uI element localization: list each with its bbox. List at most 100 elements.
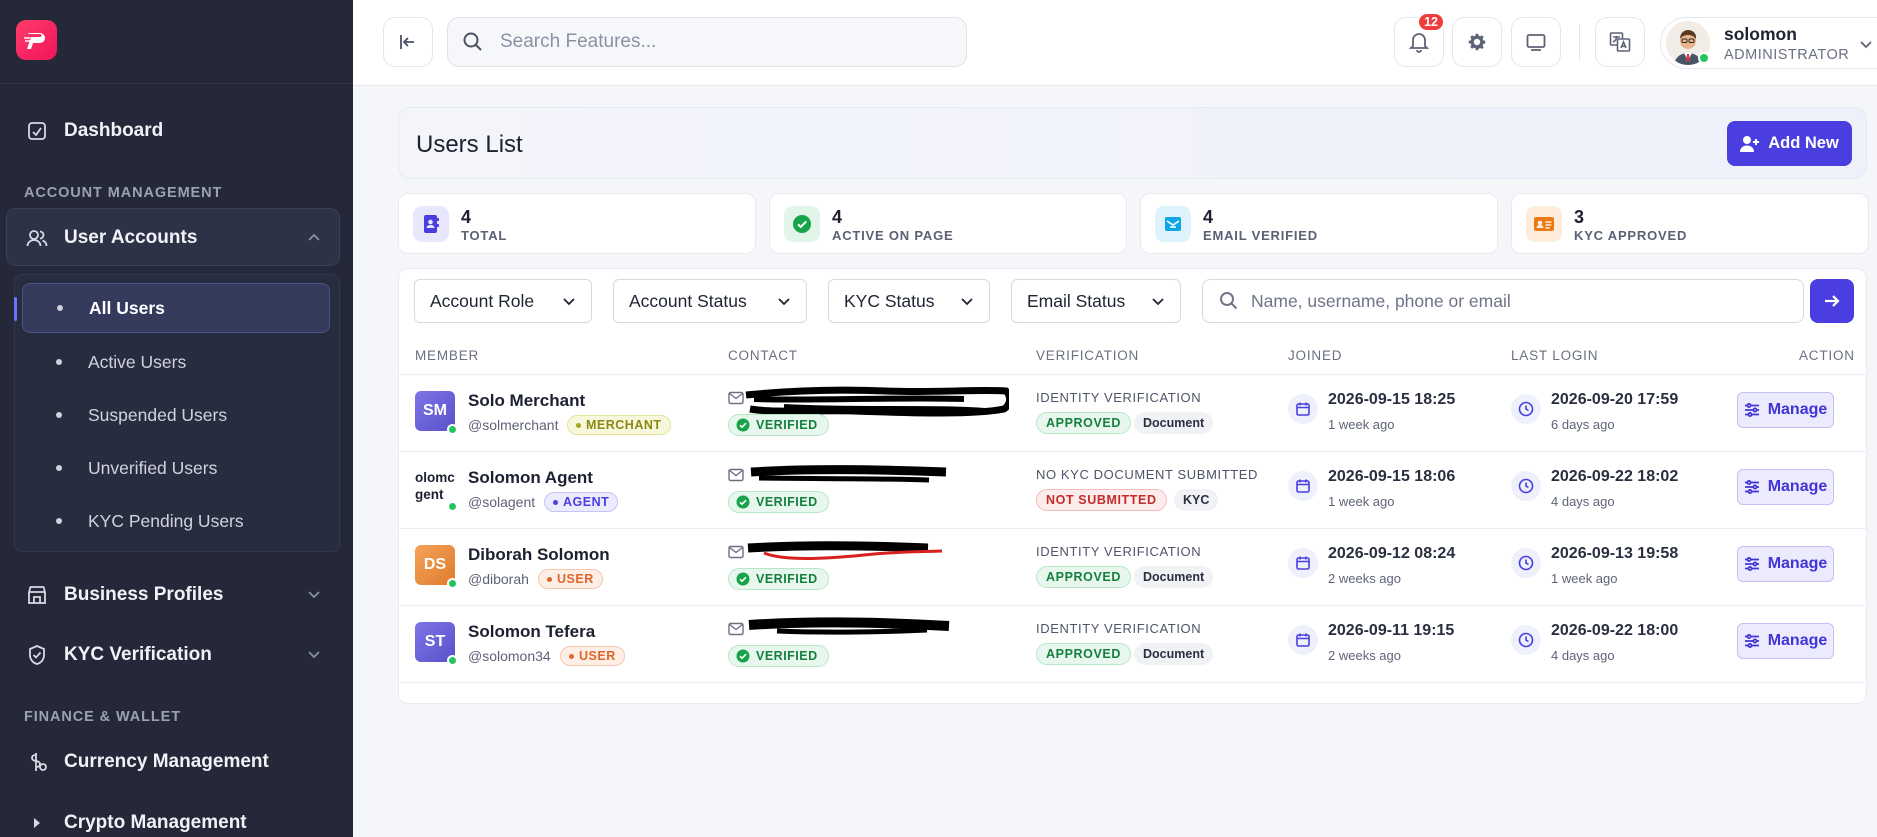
bullet-icon: [56, 359, 62, 365]
user-name: solomon: [1724, 23, 1797, 44]
member-username: @solomon34: [468, 648, 551, 664]
chevron-down-icon: [307, 587, 321, 604]
last-login-date: 2026-09-13 19:58: [1551, 545, 1679, 562]
chevron-up-icon: [307, 230, 321, 247]
check-circle-icon: [784, 206, 820, 242]
table-row: DS Diborah Solomon @diborah USER VERIFIE…: [399, 529, 1868, 606]
nav-user-accounts[interactable]: User Accounts: [0, 218, 353, 258]
contacts-book-icon: [413, 206, 449, 242]
member-name: Solomon Agent: [468, 468, 593, 487]
check-circle-icon: [736, 572, 750, 586]
search-submit-button[interactable]: [1810, 279, 1854, 323]
settings-button[interactable]: [1452, 17, 1502, 67]
nav-kyc-verification[interactable]: KYC Verification: [0, 635, 353, 675]
monitor-icon: [1526, 34, 1546, 51]
manage-button[interactable]: Manage: [1737, 469, 1834, 505]
divider: [1579, 24, 1580, 60]
member-username: @solagent: [468, 494, 536, 510]
notifications-button[interactable]: 12: [1394, 12, 1445, 67]
joined-date: 2026-09-12 08:24: [1328, 545, 1456, 562]
last-login-date: 2026-09-22 18:00: [1551, 622, 1679, 639]
joined-relative: 2 weeks ago: [1328, 648, 1401, 663]
logo-row: [0, 0, 353, 84]
search-icon: [463, 32, 482, 51]
kyc-status-filter[interactable]: KYC Status: [828, 279, 990, 323]
clock-icon: [1511, 471, 1541, 501]
verification-title: IDENTITY VERIFICATION: [1036, 621, 1202, 636]
sidebar-item-label: All Users: [89, 297, 165, 318]
gear-icon: [1468, 33, 1486, 51]
shield-check-icon: [26, 644, 48, 666]
last-login-relative: 6 days ago: [1551, 417, 1615, 432]
sidebar-item-label: KYC Pending Users: [88, 510, 244, 531]
check-circle-icon: [736, 649, 750, 663]
doc-type-badge: Document: [1134, 643, 1214, 665]
fullscreen-button[interactable]: [1511, 17, 1561, 67]
language-button[interactable]: [1595, 17, 1645, 67]
bullet-icon: [56, 412, 62, 418]
column-last-login: LAST LOGIN: [1511, 348, 1599, 363]
nav-currency-management[interactable]: Currency Management: [0, 742, 353, 782]
collapse-sidebar-button[interactable]: [383, 17, 433, 67]
sidebar-item-kyc-pending-users[interactable]: KYC Pending Users: [22, 496, 330, 546]
email-verified-badge: VERIFIED: [728, 491, 829, 513]
member-username: @diborah: [468, 571, 529, 587]
sidebar-item-active-users[interactable]: Active Users: [22, 337, 330, 387]
manage-button[interactable]: Manage: [1737, 392, 1834, 428]
column-contact: CONTACT: [728, 348, 798, 363]
verification-status-badge: NOT SUBMITTED: [1036, 489, 1167, 511]
sidebar-item-suspended-users[interactable]: Suspended Users: [22, 390, 330, 440]
email-verified-label: VERIFIED: [756, 418, 818, 432]
stat-kyc-label: KYC APPROVED: [1574, 228, 1688, 243]
add-new-label: Add New: [1768, 134, 1839, 152]
email-verified-badge: VERIFIED: [728, 414, 829, 436]
stat-card-total: 4 TOTAL: [398, 193, 756, 254]
id-card-icon: [1526, 206, 1562, 242]
nav-dashboard-label: Dashboard: [64, 120, 164, 141]
email-status-filter[interactable]: Email Status: [1011, 279, 1181, 323]
verification-title: NO KYC DOCUMENT SUBMITTED: [1036, 467, 1259, 482]
manage-button-label: Manage: [1767, 632, 1828, 649]
sidebar-item-unverified-users[interactable]: Unverified Users: [22, 443, 330, 493]
email-verified-label: VERIFIED: [756, 495, 818, 509]
joined-relative: 1 week ago: [1328, 494, 1395, 509]
users-table-card: Account Role Account Status KYC Status E…: [398, 268, 1868, 704]
feature-search-input[interactable]: [500, 31, 920, 53]
verification-title: IDENTITY VERIFICATION: [1036, 390, 1202, 405]
store-icon: [26, 584, 48, 606]
nav-crypto-management[interactable]: Crypto Management: [0, 803, 353, 837]
sliders-icon: [1744, 403, 1759, 417]
joined-relative: 2 weeks ago: [1328, 571, 1401, 586]
manage-button[interactable]: Manage: [1737, 623, 1834, 659]
arrow-right-icon: [1825, 295, 1840, 307]
doc-type-badge: Document: [1134, 566, 1214, 588]
member-name: Solomon Tefera: [468, 622, 596, 641]
bullet-icon: [56, 518, 62, 524]
collapse-left-icon: [400, 35, 414, 49]
column-verification: VERIFICATION: [1036, 348, 1140, 363]
user-plus-icon: [1740, 135, 1760, 152]
account-role-filter[interactable]: Account Role: [414, 279, 592, 323]
user-search-input[interactable]: [1251, 290, 1791, 312]
search-icon: [1220, 292, 1238, 310]
section-account-management: ACCOUNT MANAGEMENT: [24, 185, 223, 201]
verification-status-badge: APPROVED: [1036, 643, 1131, 665]
user-search: [1202, 279, 1804, 323]
role-badge: MERCHANT: [567, 415, 671, 435]
calendar-icon: [1288, 625, 1318, 655]
column-joined: JOINED: [1288, 348, 1343, 363]
chevron-down-icon: [307, 647, 321, 664]
manage-button[interactable]: Manage: [1737, 546, 1834, 582]
nav-business-profiles[interactable]: Business Profiles: [0, 575, 353, 615]
account-status-filter[interactable]: Account Status: [613, 279, 807, 323]
p-logo-icon[interactable]: [16, 20, 57, 60]
user-menu[interactable]: solomon ADMINISTRATOR: [1660, 17, 1877, 69]
online-status-dot: [447, 424, 458, 435]
role-badge-label: AGENT: [563, 495, 610, 509]
sidebar-item-all-users[interactable]: All Users: [22, 283, 330, 333]
feature-search: [447, 17, 967, 67]
stat-total-label: TOTAL: [461, 228, 508, 243]
nav-dashboard[interactable]: Dashboard: [0, 111, 353, 151]
online-status-dot: [447, 655, 458, 666]
add-new-button[interactable]: Add New: [1727, 121, 1852, 166]
